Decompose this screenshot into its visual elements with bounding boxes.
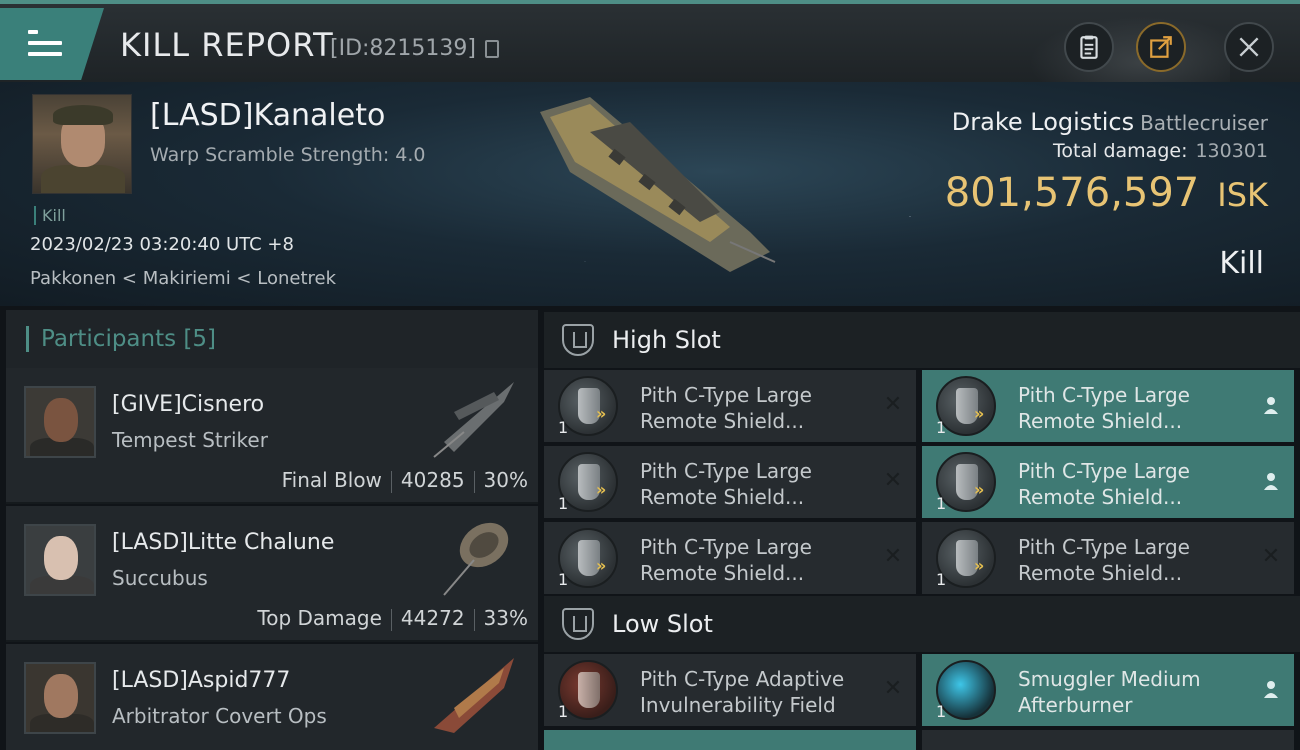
page-title: KILL REPORT <box>120 26 334 64</box>
menu-button[interactable] <box>0 8 104 80</box>
participant-damage: 40285 <box>400 468 465 492</box>
participant-ship-image <box>433 382 514 458</box>
victim-ship: Drake Logistics Battlecruiser <box>952 108 1268 136</box>
participant-ship: Arbitrator Covert Ops <box>112 704 327 728</box>
total-damage-label: Total damage: <box>1053 140 1188 162</box>
total-damage-value: 130301 <box>1195 140 1268 162</box>
warp-scramble-strength: Warp Scramble Strength: 4.0 <box>150 144 426 166</box>
module-item-partial[interactable] <box>544 730 916 750</box>
x-mark-icon: ✕ <box>883 392 903 417</box>
victim-name[interactable]: [LASD]Kanaleto <box>150 98 385 133</box>
module-item[interactable]: » 1 Pith C-Type Large Remote Shield... ✕ <box>544 370 916 442</box>
participant-tag: Top Damage <box>257 606 382 630</box>
participants-header: Participants [5] <box>6 310 538 368</box>
participant-ship-image <box>443 522 509 596</box>
module-name: Pith C-Type Large Remote Shield... <box>640 535 812 585</box>
x-mark-icon: ✕ <box>883 676 903 701</box>
module-name: Smuggler Medium Afterburner <box>1018 667 1201 717</box>
participant-name: [LASD]Litte Chalune <box>112 530 335 555</box>
module-quantity: 1 <box>558 494 569 513</box>
module-quantity: 1 <box>936 418 947 437</box>
person-icon <box>1264 681 1278 698</box>
isk-unit: ISK <box>1217 176 1268 214</box>
avatar <box>24 524 96 596</box>
module-name: Pith C-Type Large Remote Shield... <box>640 459 812 509</box>
slot-shield-icon <box>562 324 594 356</box>
participant-ship: Tempest Striker <box>112 428 268 452</box>
participants-count: [5] <box>183 326 217 352</box>
isk-value: 801,576,597 <box>944 170 1200 216</box>
share-button[interactable] <box>1136 22 1186 72</box>
high-slot-label: High Slot <box>612 326 721 354</box>
module-name: Pith C-Type Adaptive Invulnerability Fiel… <box>640 667 845 717</box>
module-item-partial[interactable] <box>922 730 1294 750</box>
person-icon <box>1264 397 1278 414</box>
slot-shield-icon <box>562 608 594 640</box>
module-item[interactable]: » 1 Pith C-Type Large Remote Shield... ✕ <box>544 446 916 518</box>
clipboard-icon <box>1080 35 1098 59</box>
participant-name: [LASD]Aspid777 <box>112 668 291 693</box>
close-icon <box>1239 37 1259 57</box>
module-quantity: 1 <box>558 570 569 589</box>
kill-datetime: 2023/02/23 03:20:40 UTC +8 <box>30 234 294 255</box>
module-name: Pith C-Type Large Remote Shield... <box>640 383 812 433</box>
avatar <box>24 662 96 734</box>
module-item[interactable]: 1 Smuggler Medium Afterburner <box>922 654 1294 726</box>
background-ship-decoration <box>1010 8 1230 86</box>
kill-id: [ID:8215139] <box>330 36 476 61</box>
ship-class: Battlecruiser <box>1140 111 1268 135</box>
participants-label: Participants [5] <box>26 326 216 352</box>
isk-value-row: 801,576,597 ISK <box>945 170 1268 216</box>
kill-result: Kill <box>1219 246 1264 281</box>
x-mark-icon: ✕ <box>883 544 903 569</box>
participant-damage: 44272 <box>400 606 465 630</box>
participant-row[interactable]: [LASD]Litte Chalune Succubus Top Damage 4… <box>6 506 538 642</box>
low-slot-header: Low Slot <box>544 596 1300 652</box>
participant-stats: Final Blow 40285 30% <box>282 468 528 493</box>
participant-tag: Final Blow <box>281 468 382 492</box>
module-item[interactable]: 1 Pith C-Type Adaptive Invulnerability Fi… <box>544 654 916 726</box>
participant-row[interactable]: [LASD]Aspid777 Arbitrator Covert Ops <box>6 644 538 750</box>
module-quantity: 1 <box>558 418 569 437</box>
x-mark-icon: ✕ <box>1261 544 1281 569</box>
participant-ship-image <box>434 658 514 733</box>
participant-name: [GIVE]Cisnero <box>112 392 265 417</box>
victim-banner: [LASD]Kanaleto Warp Scramble Strength: 4… <box>0 82 1300 306</box>
participant-percent: 30% <box>483 468 528 492</box>
low-slot-label: Low Slot <box>612 610 713 638</box>
share-icon <box>1150 36 1172 58</box>
kill-location[interactable]: Pakkonen < Makiriemi < Lonetrek <box>30 268 336 289</box>
module-name: Pith C-Type Large Remote Shield... <box>1018 535 1190 585</box>
clipboard-button[interactable] <box>1064 22 1114 72</box>
module-quantity: 1 <box>936 702 947 721</box>
fitting-panel: High Slot » 1 Pith C-Type Large Remote Sh… <box>544 310 1300 750</box>
copy-icon[interactable] <box>485 40 499 58</box>
module-quantity: 1 <box>558 702 569 721</box>
participant-ship: Succubus <box>112 566 208 590</box>
module-name: Pith C-Type Large Remote Shield... <box>1018 459 1190 509</box>
participant-percent: 33% <box>483 606 528 630</box>
participant-stats: Top Damage 44272 33% <box>257 606 528 631</box>
victim-portrait[interactable] <box>32 94 132 194</box>
participants-panel: Participants [5] [GIVE]Cisnero Tempest S… <box>6 310 538 750</box>
module-name: Pith C-Type Large Remote Shield... <box>1018 383 1190 433</box>
module-item[interactable]: » 1 Pith C-Type Large Remote Shield... <box>922 370 1294 442</box>
module-quantity: 1 <box>936 570 947 589</box>
x-mark-icon: ✕ <box>883 468 903 493</box>
module-quantity: 1 <box>936 494 947 513</box>
top-bar: KILL REPORT [ID:8215139] <box>0 0 1300 86</box>
total-damage: Total damage: 130301 <box>1053 140 1268 162</box>
module-item[interactable]: » 1 Pith C-Type Large Remote Shield... ✕ <box>922 522 1294 594</box>
hamburger-menu-icon <box>28 30 62 63</box>
participant-row[interactable]: [GIVE]Cisnero Tempest Striker Final Blow… <box>6 368 538 504</box>
ship-name[interactable]: Drake Logistics <box>952 108 1134 136</box>
high-slot-header: High Slot <box>544 312 1300 368</box>
close-button[interactable] <box>1224 22 1274 72</box>
module-item[interactable]: » 1 Pith C-Type Large Remote Shield... ✕ <box>544 522 916 594</box>
victim-ship-image <box>540 97 776 272</box>
module-item[interactable]: » 1 Pith C-Type Large Remote Shield... <box>922 446 1294 518</box>
avatar <box>24 386 96 458</box>
person-icon <box>1264 473 1278 490</box>
kill-tag: Kill <box>34 206 66 225</box>
